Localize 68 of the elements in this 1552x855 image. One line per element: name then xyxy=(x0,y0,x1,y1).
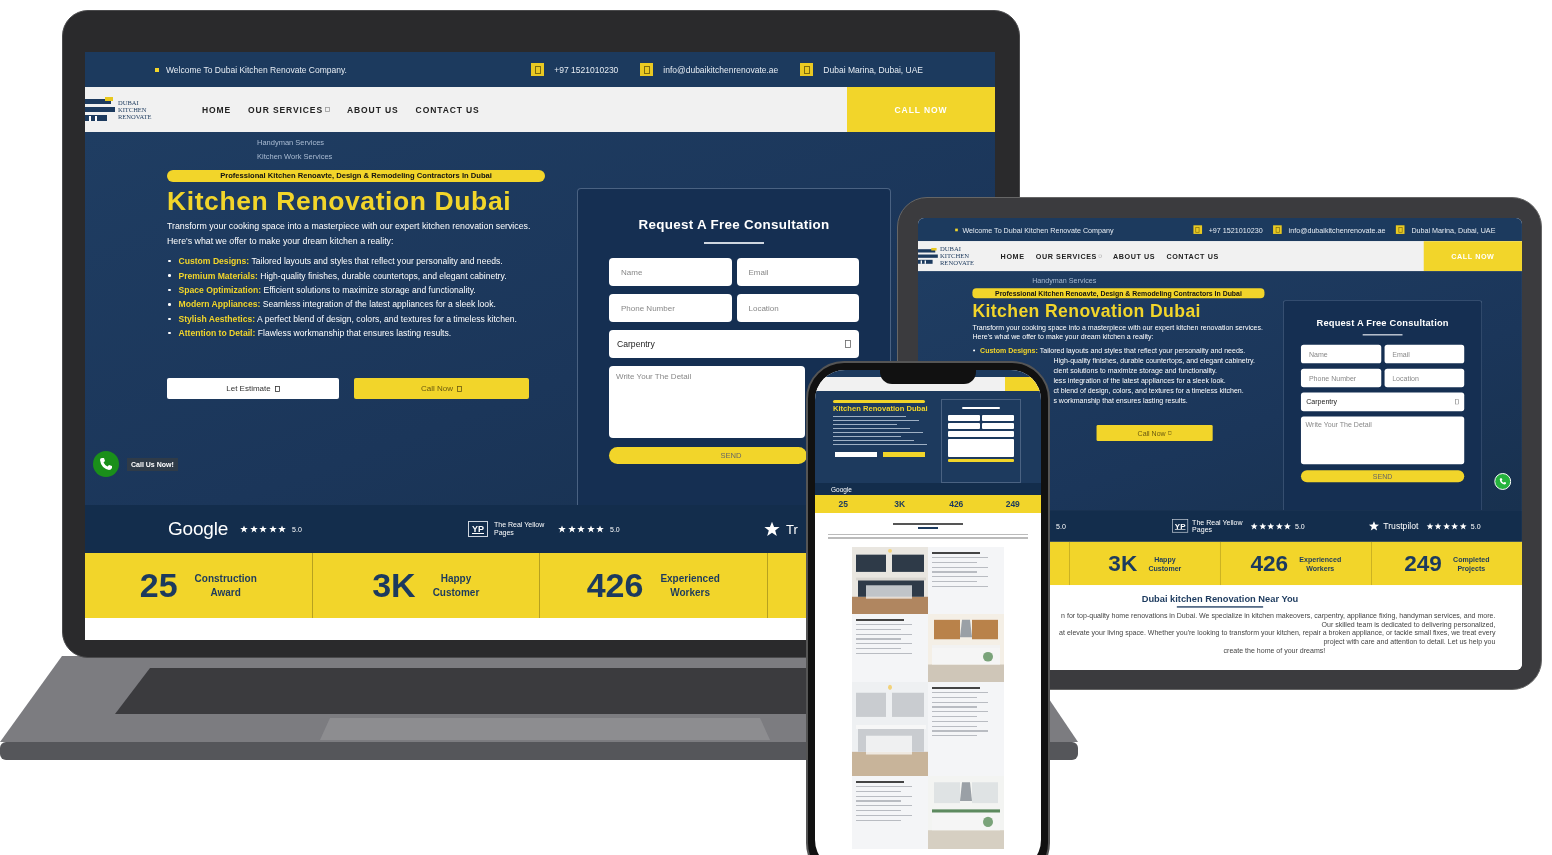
feature-item: Space Optimization: Efficient solutions to maximize storage and functionality. xyxy=(178,284,476,295)
input-field[interactable]: Name xyxy=(609,258,732,286)
hero-title: Kitchen Renovation Dubai xyxy=(167,186,513,216)
bullet-icon xyxy=(168,259,171,263)
input-field[interactable]: Location xyxy=(736,294,859,322)
hero-intro: Transform your cooking space into a masterpiece with our expert kitchen renovation services. Here's what we offer to make your dream kitchen a reality: xyxy=(167,220,532,248)
select-field[interactable]: Carpentry xyxy=(609,330,859,358)
form-title: Request A Free Consultation xyxy=(1315,316,1450,328)
form-title: Request A Free Consultation xyxy=(637,217,831,232)
nav-link[interactable]: HOME xyxy=(202,104,232,115)
bullet-icon xyxy=(168,331,171,335)
feature-item: Modern Appliances: Seamless integration of the latest appliances for a sleek look. xyxy=(178,299,496,310)
phone-icon xyxy=(1193,225,1203,234)
stat-value: 426 xyxy=(948,499,965,509)
google-logo: Google xyxy=(168,518,229,540)
trustpilot-logo: Tr xyxy=(786,521,798,537)
bullet-icon xyxy=(168,288,171,292)
box-icon xyxy=(274,385,280,392)
stat-value: 25 xyxy=(837,499,849,509)
whatsapp-icon[interactable] xyxy=(1494,472,1512,491)
stat-value: 249 xyxy=(1404,550,1442,577)
stat-value: 3K xyxy=(893,499,907,509)
phone-icon xyxy=(531,63,545,76)
feature-item: Premium Materials: High-quality finishes, durable countertops, and elegant cabinetry. xyxy=(178,270,507,281)
phone-icon[interactable] xyxy=(93,451,119,477)
message-field[interactable]: Write Your The Detail xyxy=(609,366,805,438)
box-icon xyxy=(457,385,462,392)
bullet-icon xyxy=(155,67,159,72)
stat-value: 426 xyxy=(586,566,644,605)
bullet-icon xyxy=(168,274,171,277)
welcome-text: Welcome To Dubai Kitchen Renovate Company. xyxy=(166,64,347,75)
input-field[interactable]: Phone Number xyxy=(609,294,732,322)
caret-icon xyxy=(325,107,330,112)
stat-value: 426 xyxy=(1250,550,1289,577)
feature-item: Stylish Aesthetics: A perfect blend of design, colors, and textures for a timeless kitchen. xyxy=(178,313,517,324)
stat-label: Construction Award xyxy=(194,571,257,600)
star-icon xyxy=(1368,520,1380,532)
stat-value: 249 xyxy=(1004,499,1021,509)
yp-logo: YP xyxy=(468,521,488,537)
section-title: Dubai kitchen Renovation Near You xyxy=(1140,593,1300,604)
location-icon xyxy=(1396,225,1405,234)
nav-link[interactable]: OUR SERVICES xyxy=(248,104,330,115)
feature-item: Custom Designs: Tailored layouts and styles that reflect your personality and needs. xyxy=(178,256,503,267)
bullet-icon xyxy=(168,317,171,320)
stat-value: 25 xyxy=(139,566,178,605)
stat-value: 3K xyxy=(372,566,416,605)
box-icon xyxy=(845,340,851,348)
bullet-icon xyxy=(955,228,958,231)
stat-label: Experienced Workers xyxy=(660,571,720,600)
input-field[interactable]: Email xyxy=(736,258,859,286)
contact-text[interactable]: info@dubaikitchenrenovate.ae xyxy=(663,64,779,75)
location-icon xyxy=(800,63,814,76)
email-icon xyxy=(1273,225,1282,234)
contact-text: Dubai Marina, Dubai, UAE xyxy=(823,64,923,75)
bullet-icon xyxy=(168,303,171,306)
stat-label: Happy Customer xyxy=(432,571,480,600)
email-icon xyxy=(640,63,654,76)
nav-link[interactable]: ABOUT US xyxy=(347,104,399,115)
trustpilot-logo: Trustpilot xyxy=(1383,521,1419,531)
hero-title: Kitchen Renovation Dubai xyxy=(972,300,1202,321)
star-icon xyxy=(764,521,780,537)
call-button[interactable]: Call Now xyxy=(354,378,529,400)
feature-item: Attention to Detail: Flawless workmanship that ensures lasting results. xyxy=(178,328,452,339)
contact-text[interactable]: +97 1521010230 xyxy=(554,64,619,75)
nav-link[interactable]: CONTACT US xyxy=(415,104,480,115)
call-now-button[interactable] xyxy=(1005,377,1041,391)
stat-value: 3K xyxy=(1108,550,1138,577)
estimate-button[interactable]: Let Estimate xyxy=(167,378,339,400)
